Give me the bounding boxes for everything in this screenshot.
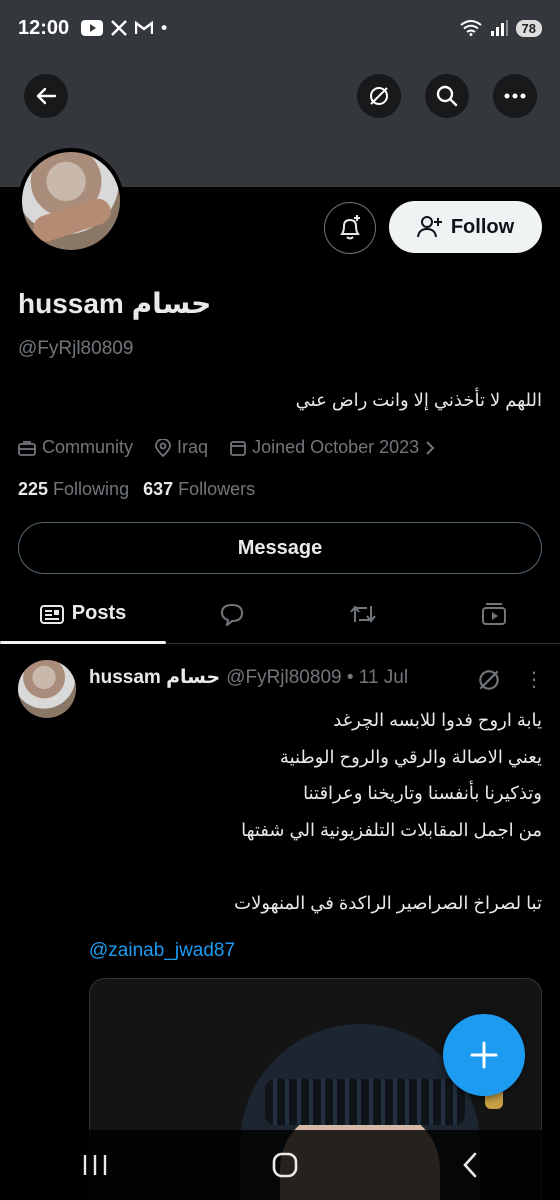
post-meta: @FyRjl80809 • 11 Jul (226, 667, 409, 688)
more-options-button[interactable] (493, 74, 537, 118)
post-more-button[interactable]: ⋮ (524, 667, 544, 692)
post-author-name[interactable]: hussam حسام (89, 666, 220, 689)
post-line (82, 848, 542, 885)
grok-button[interactable] (357, 74, 401, 118)
status-time: 12:00 (18, 16, 70, 39)
posts-icon (39, 604, 64, 624)
grok-icon (479, 670, 499, 690)
youtube-icon (81, 20, 104, 36)
profile-tabs: Posts (0, 584, 560, 644)
tab-posts[interactable]: Posts (0, 584, 166, 644)
signal-icon (490, 20, 508, 36)
wifi-icon (459, 20, 482, 36)
battery-indicator: 78 (515, 19, 542, 37)
message-button[interactable]: Message (18, 522, 542, 574)
profile-category: Community (42, 437, 134, 457)
profile-joined: Joined October 2023 (252, 437, 420, 457)
back-button[interactable] (24, 74, 68, 118)
tab-replies[interactable] (166, 584, 298, 643)
search-icon (436, 85, 458, 107)
follow-counts: 225 Following 637 Followers (18, 479, 255, 500)
profile-location: Iraq (177, 437, 209, 457)
follow-label: Follow (450, 215, 515, 238)
chevron-right-icon (426, 440, 435, 455)
user-plus-icon (416, 216, 442, 238)
joined-date-link[interactable]: Joined October 2023 (230, 437, 435, 458)
briefcase-icon (18, 440, 36, 456)
plus-icon (470, 1041, 498, 1069)
following-link[interactable]: 225 Following (18, 479, 129, 500)
recent-apps-icon[interactable] (82, 1153, 108, 1177)
gmail-icon (135, 21, 154, 34)
tab-media[interactable] (428, 584, 560, 643)
tab-reposts[interactable] (298, 584, 428, 643)
notifications-button[interactable] (324, 202, 376, 254)
search-button[interactable] (425, 74, 469, 118)
bell-plus-icon (340, 215, 360, 240)
post-line: وتذكيرنا بأنفسنا وتاريخنا وعراقتنا (303, 783, 542, 803)
post-mention-link[interactable]: @zainab_jwad87 (89, 940, 235, 962)
profile-avatar[interactable] (18, 148, 124, 254)
home-icon[interactable] (272, 1152, 298, 1178)
arrow-left-icon (36, 87, 57, 105)
profile-bio: اللهم لا تأخذني إلا وانت راض عني (295, 390, 542, 410)
profile-meta: Community Iraq Joined October 2023 (18, 437, 435, 458)
tab-posts-label: Posts (71, 602, 127, 624)
followers-link[interactable]: 637 Followers (143, 479, 255, 500)
location-pin-icon (155, 438, 171, 457)
post-line: تبا لصراخ الصراصير الراكدة في المنهولات (234, 892, 542, 913)
post-text: يابة اروح فدوا للابسه الچرغد يعني الاصال… (82, 702, 542, 921)
follow-button[interactable]: Follow (389, 201, 542, 253)
notification-dot: • (161, 18, 168, 37)
post-grok-button[interactable] (476, 667, 502, 698)
post-line: يابة اروح فدوا للابسه الچرغد (333, 710, 542, 730)
reply-bubble-icon (220, 603, 244, 626)
status-bar: 12:00 • 78 (0, 0, 560, 56)
post-avatar[interactable] (18, 660, 76, 718)
calendar-icon (230, 440, 246, 456)
post-line: من اجمل المقابلات التلفزيونية الي شفتها (241, 819, 542, 840)
system-navigation-bar (0, 1130, 560, 1200)
repost-icon (350, 604, 376, 623)
x-logo-icon (111, 20, 128, 36)
post-line: يعني الاصالة والرقي والروح الوطنية (279, 746, 542, 767)
back-nav-icon[interactable] (462, 1152, 478, 1178)
profile-name: hussam حسام (18, 288, 212, 319)
post-header: hussam حسام @FyRjl80809 • 11 Jul (89, 666, 408, 689)
grok-icon (370, 87, 388, 105)
compose-post-button[interactable] (443, 1014, 525, 1096)
more-horizontal-icon (504, 93, 526, 99)
media-video-icon (482, 602, 506, 625)
profile-handle: @FyRjl80809 (18, 338, 134, 359)
